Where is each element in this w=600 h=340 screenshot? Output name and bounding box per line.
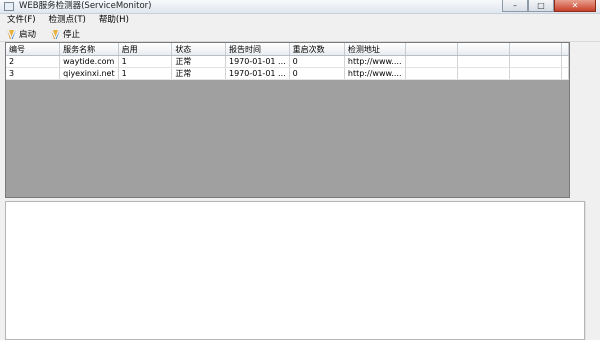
cell-empty[interactable] <box>457 67 510 80</box>
cell-empty[interactable] <box>405 55 458 68</box>
vertical-scrollbar[interactable] <box>585 201 599 340</box>
table-row[interactable]: 2 waytide.com 1 正常 1970-01-01 ... 0 http… <box>6 55 570 68</box>
cell-enabled[interactable]: 1 <box>118 55 173 68</box>
col-header-empty[interactable] <box>561 43 570 56</box>
cell-report-time[interactable]: 1970-01-01 ... <box>225 55 290 68</box>
minimize-button[interactable]: – <box>502 0 528 12</box>
cell-check-url[interactable]: http://www.... <box>344 67 406 80</box>
col-header-empty[interactable] <box>509 43 562 56</box>
col-header-check-url[interactable]: 检测地址 <box>344 43 406 56</box>
maximize-button[interactable]: □ <box>528 0 554 12</box>
col-header-report-time[interactable]: 报告时间 <box>225 43 290 56</box>
start-button[interactable]: 启动 <box>6 28 36 40</box>
menu-file[interactable]: 文件(F) <box>0 14 42 26</box>
service-grid[interactable]: 编号 服务名称 启用 状态 报告时间 重启次数 检测地址 2 waytide.c… <box>5 42 570 198</box>
col-header-restart-count[interactable]: 重启次数 <box>289 43 345 56</box>
stop-label: 停止 <box>63 30 81 40</box>
stop-icon <box>51 29 61 39</box>
start-icon <box>7 29 16 39</box>
cell-id[interactable]: 3 <box>6 67 61 80</box>
col-header-service-name[interactable]: 服务名称 <box>59 43 119 56</box>
table-header: 编号 服务名称 启用 状态 报告时间 重启次数 检测地址 <box>6 43 570 56</box>
cell-restart-count[interactable]: 0 <box>289 55 345 68</box>
close-button[interactable]: ✕ <box>554 0 596 12</box>
cell-id[interactable]: 2 <box>6 55 61 68</box>
cell-empty[interactable] <box>561 55 570 68</box>
col-header-empty[interactable] <box>457 43 510 56</box>
cell-empty[interactable] <box>457 55 510 68</box>
col-header-id[interactable]: 编号 <box>6 43 61 56</box>
cell-status[interactable]: 正常 <box>171 67 226 80</box>
title-bar[interactable]: WEB服务检测器(ServiceMonitor) – □ ✕ <box>0 0 600 14</box>
cell-status[interactable]: 正常 <box>171 55 226 68</box>
cell-restart-count[interactable]: 0 <box>289 67 345 80</box>
cell-check-url[interactable]: http://www.... <box>344 55 406 68</box>
cell-enabled[interactable]: 1 <box>118 67 173 80</box>
cell-empty[interactable] <box>405 67 458 80</box>
stop-button[interactable]: 停止 <box>50 28 80 40</box>
window-title: WEB服务检测器(ServiceMonitor) <box>19 1 152 11</box>
cell-empty[interactable] <box>509 67 562 80</box>
col-header-status[interactable]: 状态 <box>171 43 226 56</box>
cell-service-name[interactable]: waytide.com <box>59 55 119 68</box>
cell-report-time[interactable]: 1970-01-01 ... <box>225 67 290 80</box>
cell-empty[interactable] <box>561 67 570 80</box>
app-icon <box>4 2 14 11</box>
menu-help[interactable]: 帮助(H) <box>92 14 135 26</box>
col-header-empty[interactable] <box>405 43 458 56</box>
toolbar: 启动 停止 <box>0 27 600 42</box>
start-label: 启动 <box>19 30 37 40</box>
window-controls: – □ ✕ <box>502 0 596 12</box>
cell-service-name[interactable]: qiyexinxi.net <box>59 67 119 80</box>
table-row[interactable]: 3 qiyexinxi.net 1 正常 1970-01-01 ... 0 ht… <box>6 67 570 80</box>
menu-bar: 文件(F) 检测点(T) 帮助(H) <box>0 14 600 26</box>
service-table: 编号 服务名称 启用 状态 报告时间 重启次数 检测地址 2 waytide.c… <box>6 43 570 80</box>
cell-empty[interactable] <box>509 55 562 68</box>
col-header-enabled[interactable]: 启用 <box>118 43 173 56</box>
menu-checkpoint[interactable]: 检测点(T) <box>42 14 92 26</box>
log-pane[interactable] <box>5 201 585 340</box>
